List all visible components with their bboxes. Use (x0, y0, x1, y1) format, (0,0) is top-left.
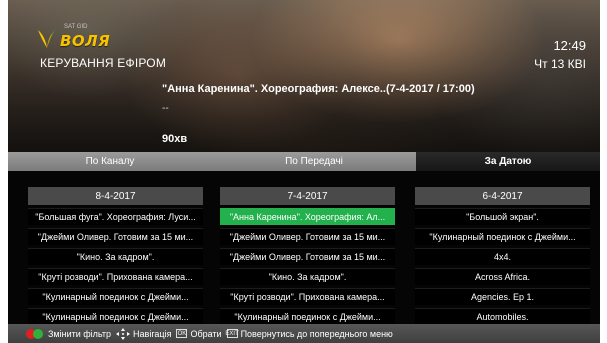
select-hint: OK Обрати (176, 328, 222, 339)
list-item[interactable]: "Круті розводи". Прихована камера... (28, 268, 203, 285)
epg-screen: SAT GID ВОЛЯ КЕРУВАННЯ ЕФІРОМ 12:49 Чт 1… (8, 0, 600, 343)
program-duration: 90хв (162, 133, 188, 145)
list-item[interactable]: "Кулинарный поединок с Джейми... (220, 308, 395, 325)
column-date-header: 6-4-2017 (415, 187, 590, 205)
clock: 12:49 Чт 13 КВІ (534, 38, 586, 71)
list-item[interactable]: "Кулинарный поединок с Джейми... (415, 228, 590, 245)
list-item[interactable]: "Кино. За кадром". (28, 248, 203, 265)
tab-by-channel[interactable]: По Каналу (8, 152, 212, 171)
list-item[interactable]: "Большая фуга". Хореография: Луси... (28, 208, 203, 225)
date-column: 7-4-2017 "Анна Каренина". Хореография: А… (220, 187, 395, 325)
green-button-icon (33, 328, 43, 339)
navigation-hint-label: Навігація (133, 328, 172, 339)
back-hint: EXIT Повернутись до попереднього меню (225, 328, 393, 339)
list-item[interactable]: Automobiles. (415, 308, 590, 325)
logo-text: ВОЛЯ (60, 32, 111, 50)
exit-key-icon: EXIT (225, 329, 239, 338)
list-item[interactable]: "Джейми Оливер. Готовим за 15 ми... (220, 248, 395, 265)
list-item[interactable]: "Кино. За кадром". (220, 268, 395, 285)
column-date-header: 7-4-2017 (220, 187, 395, 205)
date-column: 6-4-2017 "Большой экран". "Кулинарный по… (415, 187, 590, 325)
clock-time: 12:49 (553, 38, 586, 53)
list-item[interactable]: "Джейми Оливер. Готовим за 15 ми... (220, 228, 395, 245)
date-column: 8-4-2017 "Большая фуга". Хореография: Лу… (28, 187, 203, 325)
filter-hint-label: Змінити фільтр (48, 328, 112, 339)
logo-mark-icon (38, 28, 56, 48)
list-item[interactable]: 4х4. (415, 248, 590, 265)
ok-key-icon: OK (176, 329, 188, 338)
navigation-hint: Навігація (116, 327, 172, 340)
logo-subtext: SAT GID (64, 24, 88, 30)
list-item[interactable]: "Круті розводи". Прихована камера... (220, 288, 395, 305)
volia-logo: SAT GID ВОЛЯ (36, 24, 136, 58)
navigation-arrows-icon (116, 327, 131, 340)
list-item[interactable]: Across Africa. (415, 268, 590, 285)
list-item-selected[interactable]: "Анна Каренина". Хореография: Ал... (220, 208, 395, 225)
program-listing: 8-4-2017 "Большая фуга". Хореография: Лу… (8, 171, 600, 325)
list-item[interactable]: "Джейми Оливер. Готовим за 15 ми... (28, 228, 203, 245)
list-item[interactable]: "Кулинарный поединок с Джейми... (28, 308, 203, 325)
program-description: -- (162, 103, 169, 114)
tab-by-program[interactable]: По Передачі (212, 152, 416, 171)
list-item[interactable]: Agencies. Ep 1. (415, 288, 590, 305)
list-item[interactable]: "Большой экран". (415, 208, 590, 225)
tab-by-date[interactable]: За Датою (416, 152, 600, 171)
backdrop-shade (8, 0, 600, 152)
hint-bar: Змінити фільтр Навігація OK Обрати EXIT … (8, 324, 600, 343)
page-title: КЕРУВАННЯ ЕФІРОМ (40, 56, 167, 70)
list-item[interactable]: "Кулинарный поединок с Джейми... (28, 288, 203, 305)
select-hint-label: Обрати (190, 328, 222, 339)
filter-tabs: По Каналу По Передачі За Датою (8, 152, 600, 171)
program-title: "Анна Каренина". Хореография: Алексе..(7… (162, 83, 475, 95)
filter-hint: Змінити фільтр (26, 328, 112, 339)
clock-date: Чт 13 КВІ (534, 57, 586, 71)
column-date-header: 8-4-2017 (28, 187, 203, 205)
back-hint-label: Повернутись до попереднього меню (240, 328, 393, 339)
